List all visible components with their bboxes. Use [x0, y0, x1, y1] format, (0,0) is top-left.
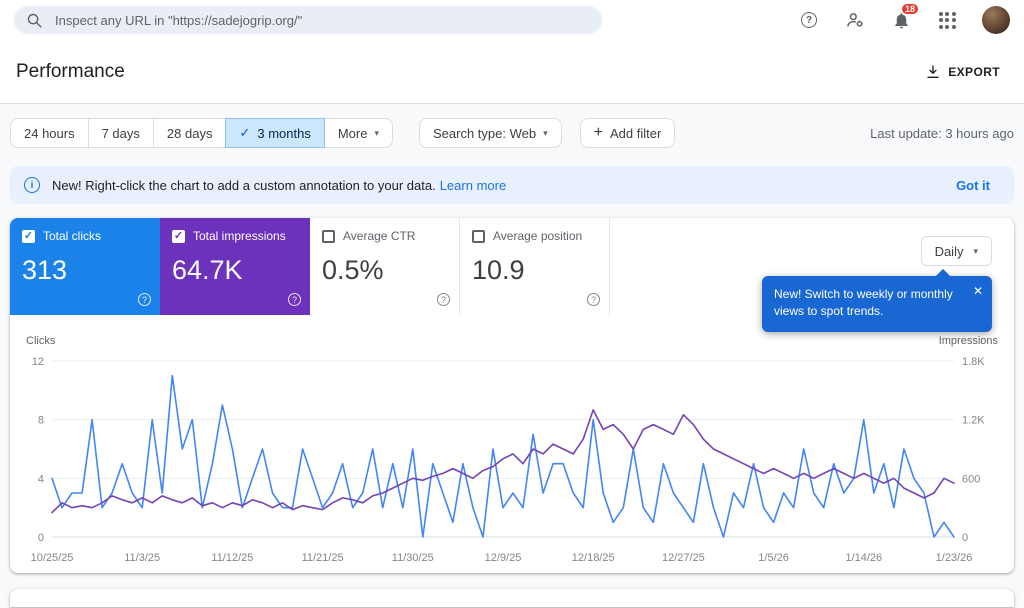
svg-text:12/9/25: 12/9/25	[485, 552, 522, 564]
right-axis-title: Impressions	[938, 335, 998, 347]
url-inspect-input[interactable]: Inspect any URL in "https://sadejogrip.o…	[14, 6, 602, 34]
info-icon: i	[24, 177, 40, 193]
filter-row: 24 hours 7 days 28 days ✓ 3 months More …	[10, 118, 1014, 148]
performance-card: ✓ Total clicks 313 ? ✓ Total impressions…	[10, 218, 1014, 573]
help-circle-icon[interactable]: ?	[587, 293, 600, 306]
svg-text:10/25/25: 10/25/25	[31, 552, 74, 564]
download-icon	[927, 64, 939, 78]
export-button[interactable]: EXPORT	[917, 58, 1008, 86]
date-range-28-days[interactable]: 28 days	[152, 118, 227, 148]
last-update-text: Last update: 3 hours ago	[870, 125, 1014, 141]
date-range-more[interactable]: More ▾	[323, 118, 393, 148]
page-header: Performance EXPORT	[0, 40, 1024, 104]
average-position-value: 10.9	[472, 255, 525, 285]
help-circle-icon[interactable]: ?	[138, 293, 151, 306]
search-type-filter[interactable]: Search type: Web ▾	[419, 118, 562, 148]
search-icon	[27, 13, 42, 28]
manage-accounts-icon[interactable]	[844, 9, 866, 31]
page-title: Performance	[16, 60, 125, 82]
notification-count-badge: 18	[899, 2, 920, 16]
svg-text:12/27/25: 12/27/25	[662, 552, 705, 564]
svg-text:4: 4	[38, 473, 44, 485]
svg-text:11/3/25: 11/3/25	[124, 552, 160, 564]
close-icon[interactable]: ✕	[973, 283, 983, 300]
svg-text:0: 0	[962, 532, 968, 544]
plus-icon: +	[593, 124, 603, 141]
svg-text:0: 0	[38, 532, 44, 544]
total-clicks-checkbox[interactable]: ✓	[22, 229, 35, 243]
svg-text:1.8K: 1.8K	[962, 356, 985, 368]
next-panel-peek	[10, 589, 1014, 607]
average-ctr-checkbox[interactable]: ✓	[322, 229, 335, 243]
annotation-info-banner: i New! Right-click the chart to add a cu…	[10, 166, 1014, 204]
svg-text:11/12/25: 11/12/25	[211, 552, 253, 564]
average-ctr-tile[interactable]: ✓ Average CTR 0.5% ?	[310, 218, 460, 315]
add-filter-button[interactable]: + Add filter	[579, 118, 676, 148]
date-range-3-months[interactable]: ✓ 3 months	[225, 118, 325, 148]
total-clicks-value: 313	[22, 255, 68, 285]
svg-text:12: 12	[32, 356, 44, 368]
date-range-24-hours[interactable]: 24 hours	[10, 118, 89, 148]
total-clicks-tile[interactable]: ✓ Total clicks 313 ?	[10, 218, 160, 315]
help-circle-icon[interactable]: ?	[288, 293, 301, 306]
average-ctr-value: 0.5%	[322, 255, 384, 285]
left-axis-title: Clicks	[26, 335, 56, 347]
performance-chart[interactable]: 0 4 8 12 0 600 1.2K 1.8K 10/25/25 11/3/25 11/12/25…	[12, 349, 1012, 567]
banner-text: New! Right-click the chart to add a cust…	[52, 177, 507, 193]
check-icon: ✓	[23, 229, 34, 242]
chevron-down-icon: ▾	[374, 127, 379, 138]
check-icon: ✓	[239, 125, 251, 140]
got-it-button[interactable]: Got it	[946, 174, 1000, 197]
help-icon[interactable]: ?	[798, 9, 820, 31]
svg-text:1/5/26: 1/5/26	[758, 552, 789, 564]
check-icon: ✓	[173, 229, 184, 242]
chevron-down-icon: ▾	[973, 245, 978, 256]
total-impressions-value: 64.7K	[172, 255, 243, 285]
average-position-checkbox[interactable]: ✓	[472, 229, 485, 243]
granularity-promo-tooltip: New! Switch to weekly or monthly views t…	[762, 276, 992, 332]
total-impressions-tile[interactable]: ✓ Total impressions 64.7K ?	[160, 218, 310, 315]
chevron-down-icon: ▾	[543, 127, 548, 138]
svg-text:1/14/26: 1/14/26	[845, 552, 882, 564]
top-app-bar: Inspect any URL in "https://sadejogrip.o…	[0, 0, 1024, 40]
google-apps-grid-icon[interactable]	[936, 9, 958, 31]
svg-text:8: 8	[38, 415, 44, 427]
total-impressions-checkbox[interactable]: ✓	[172, 229, 185, 243]
user-avatar[interactable]	[982, 6, 1010, 34]
svg-text:11/21/25: 11/21/25	[302, 552, 344, 564]
svg-text:11/30/25: 11/30/25	[392, 552, 434, 564]
svg-text:12/18/25: 12/18/25	[572, 552, 615, 564]
svg-text:1.2K: 1.2K	[962, 415, 985, 427]
granularity-dropdown[interactable]: Daily ▾	[920, 236, 992, 266]
date-range-group: 24 hours 7 days 28 days ✓ 3 months More …	[10, 118, 393, 148]
date-range-7-days[interactable]: 7 days	[87, 118, 154, 148]
svg-text:600: 600	[962, 473, 980, 485]
learn-more-link[interactable]: Learn more	[440, 178, 506, 193]
svg-text:1/23/26: 1/23/26	[936, 552, 973, 564]
notifications-bell-icon[interactable]: 18	[890, 2, 920, 31]
help-circle-icon[interactable]: ?	[437, 293, 450, 306]
url-inspect-placeholder: Inspect any URL in "https://sadejogrip.o…	[55, 12, 303, 28]
average-position-tile[interactable]: ✓ Average position 10.9 ?	[460, 218, 610, 315]
